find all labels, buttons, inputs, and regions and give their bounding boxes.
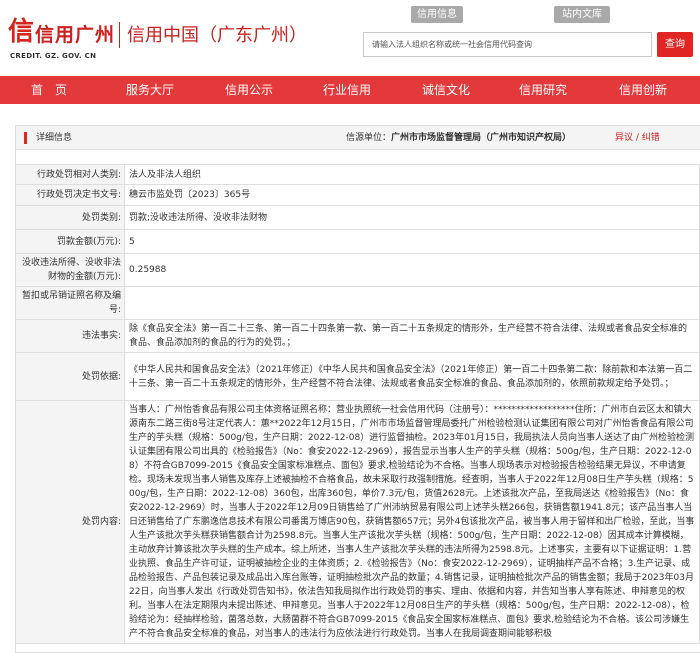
nav-item-service-hall[interactable]: 服务大厅 — [126, 76, 174, 104]
detail-header: 详细信息 信源单位：广州市市场监督管理局（广州市知识产权局） 异议 / 纠错 — [16, 126, 700, 150]
row-value: 5 — [124, 229, 700, 254]
source-label: 信源单位： — [346, 133, 392, 143]
table-row: 行政处罚相对人类别: 法人及非法人组织 — [15, 164, 700, 185]
row-value: 当事人：广州怡香食品有限公司主体资格证照名称：营业执照统一社会信用代码（注册号）… — [124, 400, 700, 644]
row-label: 行政处罚决定书文号: — [15, 184, 125, 206]
table-row: 没收违法所得、没收非法财物的金额(万元): 0.25988 — [15, 253, 700, 287]
logo-seal-icon: 信 — [8, 17, 35, 47]
row-label: 处罚类别: — [15, 205, 125, 230]
site-library-link[interactable]: 站内文库 — [554, 6, 610, 23]
logo-text: 信用广州 — [35, 24, 116, 46]
row-label: 暂扣或吊销证照名称及编号: — [15, 286, 125, 320]
logo-divider — [119, 22, 120, 48]
table-row: 行政处罚决定书文号: 穗云市监处罚〔2023〕365号 — [15, 184, 700, 206]
nav-item-credit-research[interactable]: 信用研究 — [519, 76, 567, 104]
row-label: 处罚依据: — [15, 352, 125, 401]
table-row: 罚款金额(万元): 5 — [15, 229, 700, 254]
title-marker — [24, 132, 27, 144]
source-value: 广州市市场监督管理局（广州市知识产权局） — [391, 133, 572, 143]
nav-item-industry-credit[interactable]: 行业信用 — [323, 76, 371, 104]
detail-title: 详细信息 — [36, 133, 73, 143]
credit-info-link[interactable]: 信用信息 — [411, 6, 463, 23]
main-nav: 首 页 服务大厅 信用公示 行业信用 诚信文化 信用研究 信用创新 — [0, 76, 700, 104]
table-row: 违法事实: 除《食品安全法》第一百二十三条、第一百二十四条第一款、第一百二十五条… — [15, 319, 700, 353]
table-row: 处罚内容: 当事人：广州怡香食品有限公司主体资格证照名称：营业执照统一社会信用代… — [15, 400, 700, 644]
row-value: 除《食品安全法》第一百二十三条、第一百二十四条第一款、第一百二十五条规定的情形外… — [124, 319, 700, 353]
row-value: 罚款;没收违法所得、没收非法财物 — [124, 205, 700, 230]
row-value: 穗云市监处罚〔2023〕365号 — [124, 184, 700, 206]
nav-item-integrity-culture[interactable]: 诚信文化 — [422, 76, 470, 104]
source-unit: 信源单位：广州市市场监督管理局（广州市知识产权局） — [346, 126, 571, 150]
row-value — [124, 286, 700, 320]
top-header: 信 信用广州 CREDIT. GZ. GOV. CN 信用中国（广东广州） 信用… — [0, 0, 700, 76]
nav-item-credit-innovation[interactable]: 信用创新 — [619, 76, 667, 104]
search-input[interactable]: 请输入法人组织名称或统一社会信用代码查询 — [363, 32, 652, 57]
table-row: 暂扣或吊销证照名称及编号: — [15, 286, 700, 320]
site-logo[interactable]: 信 信用广州 CREDIT. GZ. GOV. CN — [8, 16, 123, 64]
search-button[interactable]: 查询 — [657, 32, 693, 57]
row-label: 没收违法所得、没收非法财物的金额(万元): — [15, 253, 125, 287]
row-value: 法人及非法人组织 — [124, 164, 700, 185]
objection-link[interactable]: 异议 / 纠错 — [615, 126, 660, 150]
site-name: 信用中国（广东广州） — [127, 25, 307, 46]
table-row: 处罚类别: 罚款;没收违法所得、没收非法财物 — [15, 205, 700, 230]
nav-item-home[interactable]: 首 页 — [31, 76, 67, 104]
logo-domain: CREDIT. GZ. GOV. CN — [10, 52, 97, 60]
row-label: 行政处罚相对人类别: — [15, 164, 125, 185]
row-label: 违法事实: — [15, 319, 125, 353]
row-value: 《中华人民共和国食品安全法》（2021年修正）《中华人民共和国食品安全法》（20… — [124, 352, 700, 401]
table-row: 处罚依据: 《中华人民共和国食品安全法》（2021年修正）《中华人民共和国食品安… — [15, 352, 700, 401]
detail-table: 行政处罚相对人类别: 法人及非法人组织 行政处罚决定书文号: 穗云市监处罚〔20… — [15, 164, 700, 644]
row-value: 0.25988 — [124, 253, 700, 287]
row-label: 处罚内容: — [15, 400, 125, 644]
nav-item-credit-public[interactable]: 信用公示 — [225, 76, 273, 104]
row-label: 罚款金额(万元): — [15, 229, 125, 254]
